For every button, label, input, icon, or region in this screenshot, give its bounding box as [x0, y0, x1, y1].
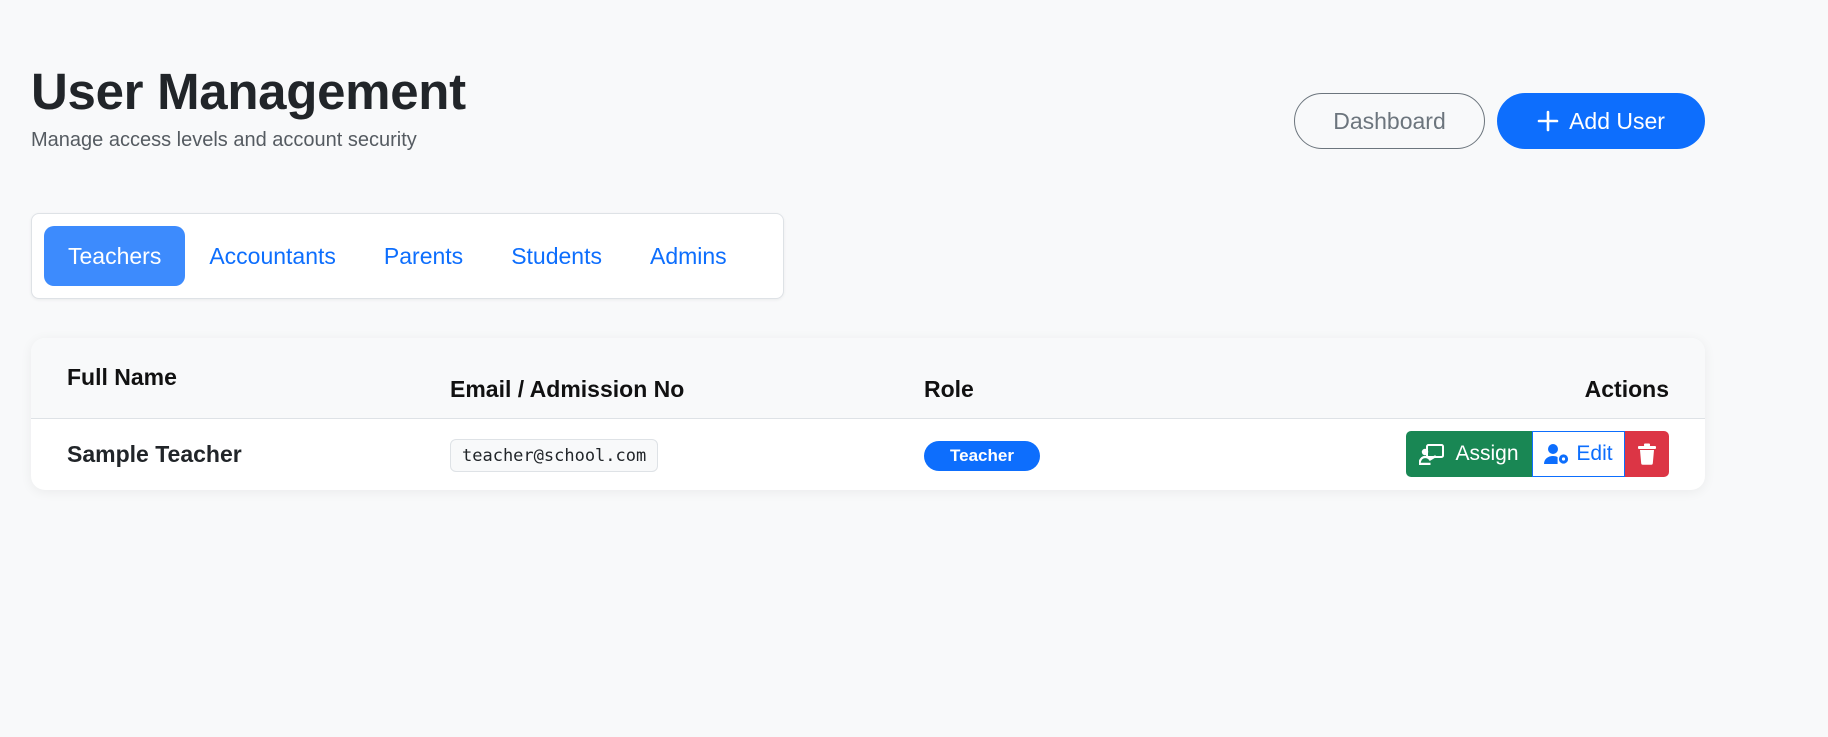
role-badge: Teacher [924, 441, 1040, 471]
header-actions: Dashboard Add User [1294, 93, 1705, 149]
edit-label: Edit [1576, 442, 1613, 465]
tab-admins[interactable]: Admins [626, 226, 751, 286]
page-header: User Management Manage access levels and… [31, 62, 1705, 152]
column-header-email: Email / Admission No [450, 376, 685, 402]
edit-button[interactable]: Edit [1532, 431, 1625, 477]
delete-button[interactable] [1625, 431, 1669, 477]
user-email: teacher@school.com [450, 439, 659, 472]
tab-students[interactable]: Students [487, 226, 626, 286]
tab-accountants[interactable]: Accountants [185, 226, 360, 286]
column-header-role: Role [924, 376, 974, 402]
column-header-actions: Actions [1584, 376, 1669, 402]
table-row: Sample Teacher teacher@school.com Teache… [31, 419, 1705, 490]
add-user-label: Add User [1569, 107, 1665, 134]
trash-icon [1637, 443, 1657, 465]
add-user-button[interactable]: Add User [1497, 93, 1705, 149]
users-table: Full Name Email / Admission No Role Acti… [31, 338, 1705, 490]
dashboard-button[interactable]: Dashboard [1294, 93, 1485, 149]
chalkboard-teacher-icon [1419, 443, 1445, 465]
table-header: Full Name Email / Admission No Role Acti… [31, 338, 1705, 419]
tab-teachers[interactable]: Teachers [44, 226, 186, 286]
user-gear-icon [1544, 443, 1570, 465]
assign-button[interactable]: Assign [1406, 431, 1532, 477]
role-tabs: Teachers Accountants Parents Students Ad… [31, 213, 784, 299]
row-actions: Assign Edit [1406, 431, 1669, 477]
assign-label: Assign [1455, 442, 1519, 465]
plus-icon [1537, 110, 1559, 132]
column-header-full-name: Full Name [67, 364, 177, 390]
tab-parents[interactable]: Parents [360, 226, 487, 286]
user-full-name: Sample Teacher [67, 441, 242, 467]
